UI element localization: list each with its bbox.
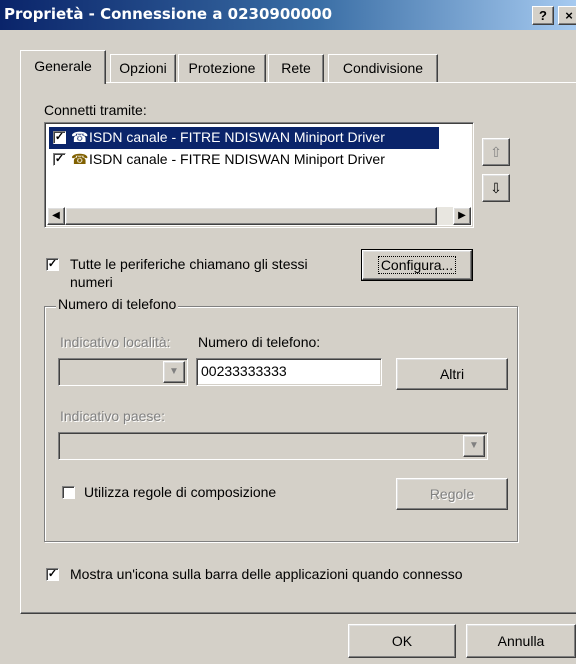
same-numbers-label: Tutte le periferiche chiamano gli stessi: [70, 256, 308, 272]
connect-via-label: Connetti tramite:: [44, 102, 147, 118]
phone-number-field[interactable]: 00233333333: [196, 358, 382, 386]
configure-label: Configura...: [377, 256, 457, 274]
dial-rules-label: Utilizza regole di composizione: [84, 484, 277, 500]
same-numbers-label-cont: numeri: [70, 274, 113, 290]
phone-group-legend: Numero di telefono: [56, 296, 179, 312]
device-name: ISDN canale - FITRE NDISWAN Miniport Dri…: [89, 151, 385, 167]
arrow-down-icon: ⇩: [490, 180, 502, 196]
same-numbers-checkbox[interactable]: ✓: [46, 258, 59, 271]
scroll-right-icon[interactable]: ▶: [453, 207, 471, 225]
phone-number-value: 00233333333: [201, 363, 287, 379]
area-code-select[interactable]: ▼: [58, 358, 188, 386]
scroll-thumb[interactable]: [65, 207, 437, 225]
tab-generale[interactable]: Generale: [20, 50, 106, 84]
dial-rules-checkbox[interactable]: [62, 486, 75, 499]
horizontal-scrollbar[interactable]: ◀ ▶: [47, 207, 471, 225]
country-code-select[interactable]: ▼: [58, 432, 488, 460]
arrow-up-icon: ⇧: [490, 144, 502, 160]
scroll-left-icon[interactable]: ◀: [47, 207, 65, 225]
chevron-down-icon[interactable]: ▼: [163, 361, 185, 383]
device-checkbox[interactable]: ✓: [53, 131, 66, 144]
tab-opzioni[interactable]: Opzioni: [110, 54, 176, 82]
modem-icon: ☎: [71, 129, 89, 145]
tab-condivisione[interactable]: Condivisione: [328, 54, 438, 82]
device-name: ISDN canale - FITRE NDISWAN Miniport Dri…: [89, 129, 385, 145]
cancel-button[interactable]: Annulla: [466, 624, 576, 658]
show-icon-label: Mostra un'icona sulla barra delle applic…: [70, 566, 463, 582]
close-button[interactable]: ×: [558, 6, 576, 25]
title-bar[interactable]: Proprietà - Connessione a 0230900000 ? ×: [0, 0, 576, 30]
device-list[interactable]: ✓ ☎ ISDN canale - FITRE NDISWAN Miniport…: [44, 122, 474, 228]
tab-rete[interactable]: Rete: [268, 54, 324, 82]
window-title: Proprietà - Connessione a 0230900000: [4, 5, 333, 23]
configure-button[interactable]: Configura...: [361, 249, 473, 281]
list-item[interactable]: ✓ ☎ ISDN canale - FITRE NDISWAN Miniport…: [49, 127, 439, 149]
ok-button[interactable]: OK: [348, 624, 456, 658]
device-checkbox[interactable]: ✓: [53, 153, 66, 166]
show-icon-checkbox[interactable]: ✓: [46, 568, 59, 581]
move-up-button[interactable]: ⇧: [482, 138, 510, 166]
country-code-label: Indicativo paese:: [60, 408, 166, 424]
others-button[interactable]: Altri: [396, 358, 508, 390]
area-code-label: Indicativo località:: [60, 334, 171, 350]
tab-protezione[interactable]: Protezione: [178, 54, 266, 82]
chevron-down-icon[interactable]: ▼: [463, 435, 485, 457]
list-item[interactable]: ✓ ☎ ISDN canale - FITRE NDISWAN Miniport…: [49, 149, 439, 171]
modem-icon: ☎: [71, 151, 89, 167]
rules-button[interactable]: Regole: [396, 478, 508, 510]
phone-label: Numero di telefono:: [198, 334, 321, 350]
move-down-button[interactable]: ⇩: [482, 174, 510, 202]
help-button[interactable]: ?: [532, 6, 554, 25]
